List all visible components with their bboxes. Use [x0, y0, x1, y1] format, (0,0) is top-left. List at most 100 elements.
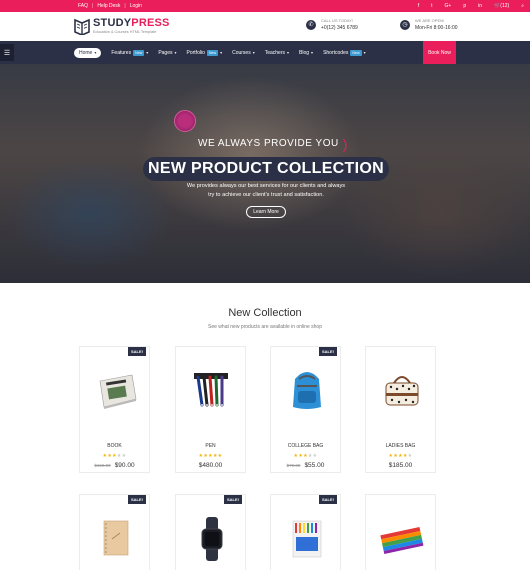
pinterest-icon[interactable]: p [463, 3, 466, 9]
linkedin-icon[interactable]: in [478, 3, 482, 9]
nav-item-blog[interactable]: Blog ▾ [299, 50, 313, 56]
sale-badge: SALE! [128, 347, 146, 356]
chevron-down-icon: ▾ [287, 50, 290, 55]
product-price: $150.00 $90.00 [80, 462, 149, 469]
phone-icon: ✆ [306, 19, 316, 30]
cart-count: (12) [500, 3, 510, 9]
section-title: New Collection [228, 307, 302, 319]
nav-item-label: Teachers [264, 49, 286, 56]
google-plus-icon[interactable]: G+ [445, 3, 452, 9]
nav-item-courses[interactable]: Courses ▾ [232, 50, 255, 56]
product-card[interactable]: LADIES BAG ★★★★★ $185.00 [365, 346, 436, 473]
product-price: $70.00 $55.00 [271, 462, 340, 469]
current-price: $480.00 [198, 462, 223, 469]
chevron-down-icon: ▾ [252, 50, 255, 55]
nav-item-home[interactable]: Home ▾ [74, 47, 102, 58]
new-badge: New [350, 49, 362, 56]
logo-book-icon [74, 17, 90, 36]
clock-icon: ◷ [400, 19, 410, 30]
help-desk-link[interactable]: Help Desk [93, 3, 124, 9]
sale-badge: SALE! [224, 495, 242, 504]
contact-hours-value: Mon-Fri 8:00-16:00 [415, 25, 458, 31]
chevron-down-icon: ▾ [94, 50, 97, 55]
logo-tagline: Education & Courses HTML Template [93, 30, 157, 34]
twitter-icon[interactable]: t [431, 3, 432, 9]
product-card[interactable]: SALE! [270, 494, 341, 570]
nav-item-portfolio[interactable]: Portfolio New ▾ [186, 49, 223, 56]
contact-phone-value: +0(12) 345 6789 [321, 25, 358, 31]
sliders-icon[interactable]: ☰ [0, 44, 14, 61]
new-badge: New [133, 49, 145, 56]
top-links: FAQ | Help Desk | Login [74, 0, 146, 12]
chevron-down-icon: ▾ [363, 50, 366, 55]
contact-phone-label: CALL US TODAY! [321, 18, 354, 23]
new-badge: New [206, 49, 219, 56]
login-link[interactable]: Login [126, 3, 146, 9]
product-price: $185.00 [366, 462, 435, 469]
current-price: $185.00 [388, 462, 413, 469]
facebook-icon[interactable]: f [418, 3, 419, 9]
nav-item-teachers[interactable]: Teachers ▾ [265, 50, 289, 56]
cart-link[interactable]: 🛒(12) [494, 3, 509, 9]
product-card[interactable]: PEN ★★★★★ $480.00 [175, 346, 246, 473]
backpack-image [285, 365, 329, 413]
book-image [94, 365, 138, 413]
nav-item-pages[interactable]: Pages ▾ [158, 50, 176, 56]
logo-text: STUDYPRESS Education & Courses HTML Temp… [93, 17, 170, 35]
product-card[interactable]: SALE! BOOK ★★★★★ $150.00 $90.00 [79, 346, 150, 473]
current-price: $90.00 [114, 462, 135, 469]
old-price: $70.00 [286, 463, 301, 468]
hero-banner: WE ALWAYS PROVIDE YOU) NEW PRODUCT COLLE… [0, 64, 530, 283]
pen-image [190, 365, 234, 413]
star-rating: ★★★★★ [102, 453, 127, 459]
nav-item-shortcodes[interactable]: Shortcodes New ▾ [323, 49, 366, 56]
learn-more-button[interactable]: Learn More [246, 206, 286, 218]
product-name[interactable]: LADIES BAG [366, 443, 435, 449]
ladies-bag-image [380, 365, 424, 413]
nav-item-features[interactable]: Features New ▾ [111, 49, 149, 56]
chevron-down-icon: ▾ [174, 50, 177, 55]
product-card[interactable]: SALE! [79, 494, 150, 570]
nav-item-label: Blog [299, 49, 310, 56]
logo[interactable]: STUDYPRESS Education & Courses HTML Temp… [74, 17, 170, 36]
nav-item-label: Courses [232, 49, 251, 56]
book-now-button[interactable]: Book Now [423, 41, 456, 64]
product-card[interactable]: SALE! COLLEGE BAG ★★★★★ $70.00 $55.00 [270, 346, 341, 473]
nav-menu: Home ▾ Features New ▾ Pages ▾ Portfolio New ▾ Cour… [74, 41, 366, 64]
product-name[interactable]: BOOK [80, 443, 149, 449]
divider: | [92, 3, 94, 9]
site-header: STUDYPRESS Education & Courses HTML Temp… [0, 12, 530, 41]
colored-pencils-image [285, 515, 329, 563]
logo-wordmark: STUDYPRESS [93, 17, 170, 29]
product-name[interactable]: COLLEGE BAG [271, 443, 340, 449]
hero-earring-decoration [174, 110, 196, 132]
current-price: $55.00 [304, 462, 325, 469]
nav-item-label: Features [111, 49, 132, 56]
contact-phone: ✆ CALL US TODAY! +0(12) 345 6789 [306, 18, 358, 31]
notebook-image [94, 515, 138, 563]
top-bar: FAQ | Help Desk | Login f t G+ p in 🛒(12… [0, 0, 530, 12]
hero-description: We provides always our best services for… [186, 183, 346, 198]
faq-link[interactable]: FAQ [74, 3, 92, 9]
star-rating: ★★★★★ [388, 453, 413, 459]
sale-badge: SALE! [319, 495, 337, 504]
product-card[interactable] [365, 494, 436, 570]
search-icon[interactable]: ⌕ [521, 3, 524, 9]
sale-badge: SALE! [319, 347, 337, 356]
product-card[interactable]: SALE! [175, 494, 246, 570]
nav-item-label: Home [79, 49, 93, 56]
chevron-down-icon: ▾ [146, 50, 149, 55]
chevron-down-icon: ▾ [311, 50, 314, 55]
nav-item-label: Portfolio [186, 49, 205, 56]
nav-item-label: Shortcodes [323, 49, 349, 56]
chevron-down-icon: ▾ [220, 50, 223, 55]
product-name[interactable]: PEN [176, 443, 245, 449]
color-paper-image [380, 515, 424, 563]
contact-hours-label: WE ARE OPEN! [415, 18, 445, 23]
old-price: $150.00 [94, 463, 111, 468]
hero-title: NEW PRODUCT COLLECTION [143, 157, 389, 181]
star-rating: ★★★★★ [293, 453, 318, 459]
contact-hours: ◷ WE ARE OPEN! Mon-Fri 8:00-16:00 [400, 18, 458, 31]
divider: | [124, 3, 126, 9]
sale-badge: SALE! [128, 495, 146, 504]
